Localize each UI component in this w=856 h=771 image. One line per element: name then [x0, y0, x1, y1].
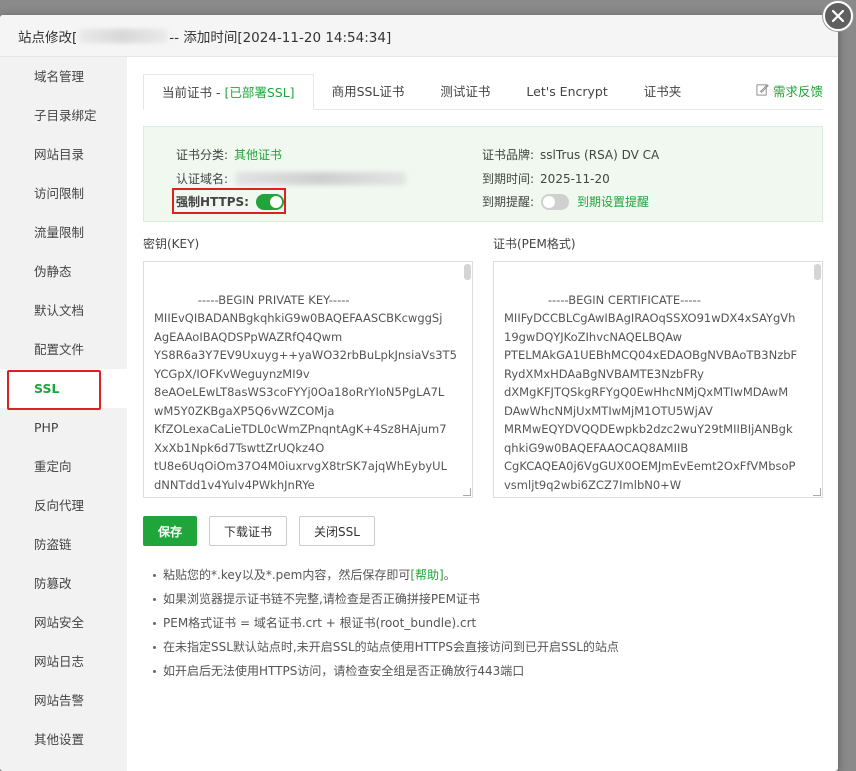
sidebar: 域名管理 子目录绑定 网站目录 访问限制 流量限制 伪静态 默认文档 配置文件 SSL PHP 重定… [0, 57, 127, 771]
sidebar-item-2[interactable]: 网站目录 [0, 135, 127, 174]
tab-current-cert-label: 当前证书 - [162, 85, 225, 100]
sidebar-item-13[interactable]: 防篡改 [0, 564, 127, 603]
save-button[interactable]: 保存 [143, 516, 198, 546]
cert-expire-row: 到期时间: 2025-11-20 [482, 170, 610, 187]
key-resize-handle[interactable] [463, 488, 471, 496]
cert-category-label: 证书分类: [176, 148, 229, 162]
expire-remind-toggle[interactable] [541, 193, 570, 210]
redacted-site-name [79, 28, 168, 43]
title-suffix: -- 添加时间[2024-11-20 14:54:34] [169, 29, 392, 46]
cert-category-row: 证书分类: 其他证书 [176, 146, 282, 163]
cert-expire-label: 到期时间: [482, 172, 535, 186]
sidebar-item-0[interactable]: 域名管理 [0, 57, 127, 96]
help-notes: 粘贴您的*.key以及*.pem内容，然后保存即可[帮助]。如果浏览器提示证书链… [143, 563, 823, 683]
sidebar-item-12[interactable]: 防盗链 [0, 525, 127, 564]
key-text: -----BEGIN PRIVATE KEY----- MIIEvQIBADAN… [154, 292, 457, 498]
dialog-title: 站点修改[ -- 添加时间[2024-11-20 14:54:34] [0, 15, 838, 57]
action-buttons: 保存 下载证书 关闭SSL [143, 516, 823, 546]
expire-remind-label: 到期提醒: [482, 195, 535, 209]
help-note-text: 在未指定SSL默认站点时,未开启SSL的站点使用HTTPS会直接访问到已开启SS… [163, 640, 619, 654]
key-scrollbar[interactable] [464, 264, 471, 280]
redacted-domain [236, 172, 407, 185]
sidebar-item-3[interactable]: 访问限制 [0, 174, 127, 213]
close-ssl-button[interactable]: 关闭SSL [299, 516, 375, 546]
edit-icon [756, 74, 769, 110]
sidebar-item-17[interactable]: 其他设置 [0, 720, 127, 759]
tab-cert-folder[interactable]: 证书夹 [626, 74, 700, 109]
help-note-text: 如果浏览器提示证书链不完整,请检查是否正确拼接PEM证书 [163, 592, 480, 606]
cert-expire-value: 2025-11-20 [540, 171, 610, 186]
tab-current-cert-status: [已部署SSL] [224, 85, 295, 100]
expire-remind-row: 到期提醒: 到期设置提醒 [482, 193, 649, 210]
cert-domain-label: 认证域名: [176, 172, 229, 186]
expire-remind-link[interactable]: 到期设置提醒 [577, 193, 649, 210]
sidebar-item-8[interactable]: SSL [0, 369, 127, 410]
cert-label: 证书(PEM格式) [493, 237, 576, 251]
cert-textarea[interactable]: -----BEGIN CERTIFICATE----- MIIFyDCCBLCg… [493, 261, 823, 498]
help-note-text: 粘贴您的*.key以及*.pem内容，然后保存即可 [163, 568, 411, 582]
sidebar-item-7[interactable]: 配置文件 [0, 330, 127, 369]
download-cert-button[interactable]: 下载证书 [209, 516, 288, 546]
help-note: PEM格式证书 = 域名证书.crt + 根证书(root_bundle).cr… [153, 611, 823, 635]
tab-test-cert[interactable]: 测试证书 [422, 74, 508, 109]
help-link[interactable]: [帮助] [410, 568, 443, 582]
ssl-tabs: 当前证书 - [已部署SSL] 商用SSL证书 测试证书 Let's Encry… [143, 74, 823, 110]
tab-commercial-ssl[interactable]: 商用SSL证书 [314, 74, 423, 109]
site-edit-dialog: 站点修改[ -- 添加时间[2024-11-20 14:54:34] 域名管理子… [0, 15, 838, 771]
sidebar-item-4[interactable]: 流量限制 [0, 213, 127, 252]
cert-text: -----BEGIN CERTIFICATE----- MIIFyDCCBLCg… [504, 292, 798, 498]
key-field: 密钥(KEY) -----BEGIN PRIVATE KEY----- MIIE… [143, 234, 473, 498]
help-note-text: PEM格式证书 = 域名证书.crt + 根证书(root_bundle).cr… [163, 616, 477, 630]
sidebar-item-15[interactable]: 网站日志 [0, 642, 127, 681]
feedback-label: 需求反馈 [772, 84, 823, 99]
feedback-link[interactable]: 需求反馈 [756, 74, 823, 110]
sidebar-item-11[interactable]: 反向代理 [0, 486, 127, 525]
sidebar-item-10[interactable]: 重定向 [0, 447, 127, 486]
help-note: 如果浏览器提示证书链不完整,请检查是否正确拼接PEM证书 [153, 587, 823, 611]
close-icon [831, 9, 845, 23]
cert-brand-value: sslTrus (RSA) DV CA [540, 147, 660, 162]
sidebar-item-14[interactable]: 网站安全 [0, 603, 127, 642]
cert-info-box: 证书分类: 其他证书 认证域名: 强制HTTPS: 证书品牌: sslTrus … [143, 126, 823, 222]
sidebar-item-9[interactable]: PHP [0, 408, 127, 447]
sidebar-item-5[interactable]: 伪静态 [0, 252, 127, 291]
help-note: 在未指定SSL默认站点时,未开启SSL的站点使用HTTPS会直接访问到已开启SS… [153, 635, 823, 659]
cert-category-value: 其他证书 [234, 148, 283, 162]
cert-field: 证书(PEM格式) -----BEGIN CERTIFICATE----- MI… [493, 234, 823, 498]
sidebar-item-1[interactable]: 子目录绑定 [0, 96, 127, 135]
help-note-text: 如开启后无法使用HTTPS访问，请检查安全组是否正确放行443端口 [163, 664, 525, 678]
help-note: 如开启后无法使用HTTPS访问，请检查安全组是否正确放行443端口 [153, 659, 823, 683]
force-https-highlight [172, 188, 286, 214]
ssl-panel: 当前证书 - [已部署SSL] 商用SSL证书 测试证书 Let's Encry… [127, 57, 838, 771]
cert-resize-handle[interactable] [813, 488, 821, 496]
cert-brand-row: 证书品牌: sslTrus (RSA) DV CA [482, 146, 659, 163]
title-prefix: 站点修改[ [18, 29, 78, 46]
cert-scrollbar[interactable] [814, 264, 821, 280]
sidebar-item-16[interactable]: 网站告警 [0, 681, 127, 720]
help-note: 粘贴您的*.key以及*.pem内容，然后保存即可[帮助]。 [153, 563, 823, 587]
help-note-tail: 。 [443, 568, 456, 582]
cert-domain-row: 认证域名: [176, 170, 407, 187]
close-dialog-button[interactable] [823, 1, 853, 31]
tab-current-cert[interactable]: 当前证书 - [已部署SSL] [143, 74, 314, 110]
key-textarea[interactable]: -----BEGIN PRIVATE KEY----- MIIEvQIBADAN… [143, 261, 473, 498]
sidebar-item-6[interactable]: 默认文档 [0, 291, 127, 330]
cert-brand-label: 证书品牌: [482, 148, 535, 162]
key-label: 密钥(KEY) [143, 237, 200, 251]
tab-lets-encrypt[interactable]: Let's Encrypt [508, 74, 625, 109]
